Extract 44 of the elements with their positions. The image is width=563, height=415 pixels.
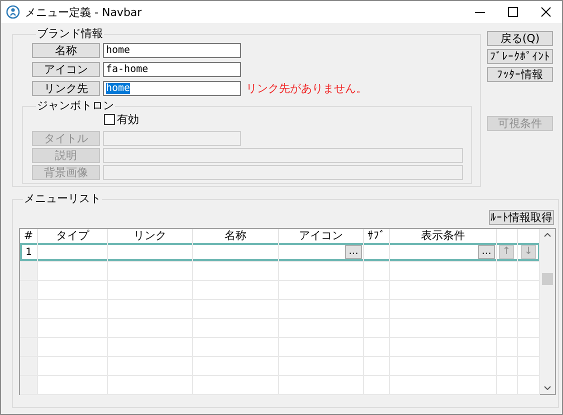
row-number: 1 <box>26 246 33 258</box>
group-title: ブランド情報 <box>36 28 104 40</box>
text-field[interactable]: fa-home <box>103 62 241 77</box>
scrollbar[interactable] <box>540 229 555 394</box>
scroll-up-icon <box>544 233 551 237</box>
field-label-button[interactable]: アイコン <box>32 62 100 77</box>
column-header: 表示条件 <box>390 229 497 243</box>
column-header: 名称 <box>193 229 279 243</box>
app-icon <box>6 5 20 19</box>
text-field[interactable] <box>103 165 463 180</box>
fetch-route-button[interactable]: ﾙｰﾄ情報取得 <box>489 210 554 225</box>
ellipsis-button[interactable]: ... <box>345 245 362 259</box>
text-field[interactable]: home <box>103 43 241 58</box>
row-header[interactable] <box>20 338 38 356</box>
row-header[interactable] <box>20 319 38 337</box>
column-header: # <box>20 229 38 243</box>
column-header: タイプ <box>38 229 108 243</box>
window-title: メニュー定義 - Navbar <box>25 4 143 20</box>
checkbox[interactable] <box>104 114 115 125</box>
maximize-icon <box>508 7 518 17</box>
text-field[interactable] <box>103 131 241 146</box>
column-header: リンク <box>108 229 193 243</box>
scroll-thumb[interactable] <box>542 273 553 285</box>
column-header: アイコン <box>279 229 364 243</box>
row-header[interactable] <box>20 262 38 280</box>
checkbox-label: 有効 <box>117 112 139 127</box>
row-header[interactable] <box>20 281 38 299</box>
error-message: リンク先がありません。 <box>246 81 367 96</box>
text-field[interactable]: home <box>103 81 241 96</box>
close-icon <box>540 7 550 17</box>
field-label-button[interactable]: 名称 <box>32 43 100 58</box>
text-field[interactable] <box>103 148 463 163</box>
column-header: ｻﾌﾞ <box>364 229 390 243</box>
row-header[interactable] <box>20 376 38 394</box>
row-header[interactable] <box>20 300 38 318</box>
ellipsis-button[interactable]: ... <box>478 245 495 259</box>
side-button[interactable]: 戻る(Q) <box>487 31 553 46</box>
group-title: ジャンボトロン <box>36 100 115 112</box>
side-button[interactable]: ﾌｯﾀｰ情報 <box>487 67 553 82</box>
row-header[interactable] <box>20 357 38 375</box>
side-button[interactable]: ﾌﾞﾚｰｸﾎﾟｲﾝﾄ <box>487 49 553 64</box>
group-title: メニューリスト <box>23 193 102 205</box>
scroll-down-icon <box>544 386 551 390</box>
field-label-button[interactable]: リンク先 <box>32 81 100 96</box>
